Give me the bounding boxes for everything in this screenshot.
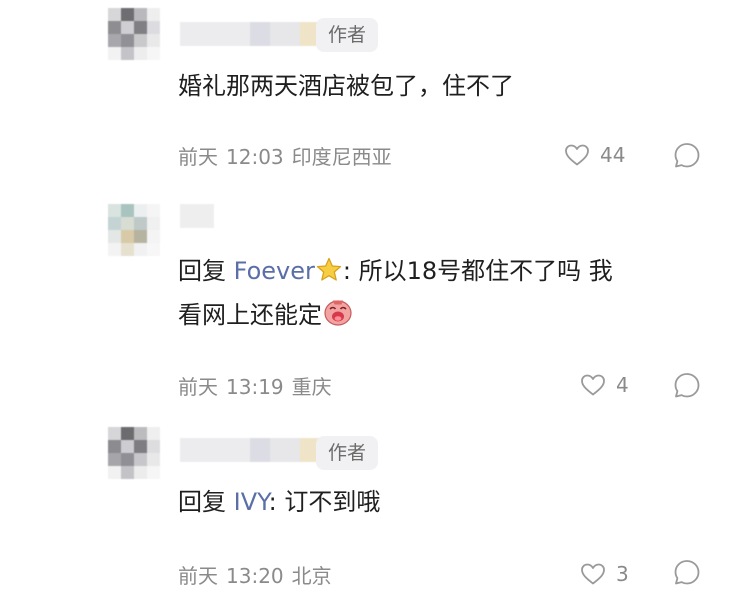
comment-meta: 前天 13:20 北京 <box>178 560 332 589</box>
comment-meta: 前天 13:19 重庆 <box>178 371 332 400</box>
heart-icon <box>580 562 606 586</box>
comment-bubble-icon[interactable] <box>672 558 702 588</box>
timestamp: 13:20 <box>226 564 284 588</box>
comment-bubble-icon[interactable] <box>672 371 702 401</box>
heart-icon <box>564 143 590 167</box>
username-blurred[interactable] <box>180 204 214 228</box>
comment-text-line1: : 所以18号都住不了吗 我 <box>342 257 613 285</box>
like-count: 4 <box>616 373 629 397</box>
author-badge: 作者 <box>316 18 378 52</box>
reply-label: 回复 <box>178 488 226 516</box>
reply-target-name[interactable]: IVY <box>234 488 269 516</box>
comment-text-body: : 订不到哦 <box>268 488 381 516</box>
avatar[interactable] <box>108 8 160 60</box>
comment-text: 回复 IVY: 订不到哦 <box>178 482 380 522</box>
username-blurred[interactable] <box>180 22 322 46</box>
location: 印度尼西亚 <box>291 145 392 169</box>
location: 重庆 <box>291 375 332 399</box>
location: 北京 <box>291 564 332 588</box>
star-emoji <box>316 255 342 295</box>
comment-meta: 前天 12:03 印度尼西亚 <box>178 141 392 170</box>
avatar[interactable] <box>108 204 160 256</box>
timestamp: 12:03 <box>226 145 284 169</box>
date-label: 前天 <box>178 145 218 169</box>
comment-text-continued: 看网上还能定 <box>178 295 354 339</box>
comment-text-line2: 看网上还能定 <box>178 301 322 329</box>
avatar[interactable] <box>108 427 160 479</box>
like-button[interactable]: 44 <box>564 140 625 170</box>
date-label: 前天 <box>178 375 218 399</box>
timestamp: 13:19 <box>226 375 284 399</box>
username-blurred[interactable] <box>180 438 322 462</box>
comment-text: 婚礼那两天酒店被包了，住不了 <box>178 72 514 100</box>
author-badge: 作者 <box>316 436 378 470</box>
crying-face-emoji <box>323 297 353 339</box>
reply-label: 回复 <box>178 257 226 285</box>
heart-icon <box>580 373 606 397</box>
like-button[interactable]: 3 <box>580 559 629 589</box>
date-label: 前天 <box>178 564 218 588</box>
like-count: 44 <box>600 143 626 167</box>
reply-target-name[interactable]: Foever <box>234 257 315 285</box>
comment-bubble-icon[interactable] <box>672 141 702 171</box>
like-button[interactable]: 4 <box>580 370 629 400</box>
comment-text: 回复 Foever : 所以18号都住不了吗 我 <box>178 251 613 295</box>
like-count: 3 <box>616 562 629 586</box>
